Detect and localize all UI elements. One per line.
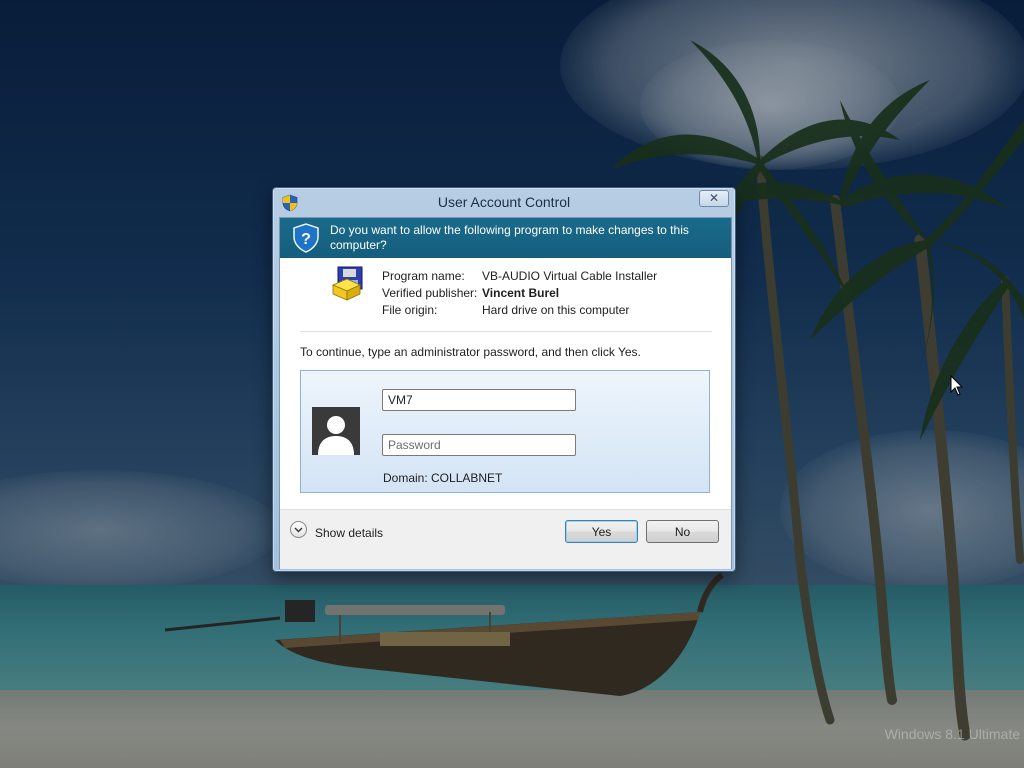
yes-button[interactable]: Yes: [565, 520, 638, 543]
show-details-link[interactable]: Show details: [315, 526, 383, 540]
username-field[interactable]: [382, 389, 576, 411]
uac-dialog: User Account Control ✕ ? Do you want to …: [272, 187, 736, 572]
question-banner: ? Do you want to allow the following pro…: [280, 218, 731, 258]
no-button[interactable]: No: [646, 520, 719, 543]
os-watermark: Windows 8.1 Ultimate: [884, 726, 1020, 742]
password-field[interactable]: [382, 434, 576, 456]
dialog-footer: Show details Yes No: [280, 509, 731, 569]
installer-package-icon: [331, 266, 363, 301]
file-origin-label: File origin:: [382, 303, 438, 317]
publisher-value: Vincent Burel: [482, 286, 560, 300]
svg-text:?: ?: [301, 231, 311, 248]
title-bar[interactable]: User Account Control ✕: [273, 188, 735, 217]
user-avatar-icon: [312, 407, 360, 455]
instruction-text: To continue, type an administrator passw…: [300, 345, 641, 359]
expand-chevron-icon[interactable]: [290, 521, 307, 538]
divider: [300, 331, 712, 332]
help-shield-icon: ?: [293, 223, 319, 253]
file-origin-value: Hard drive on this computer: [482, 303, 630, 317]
credential-tile[interactable]: Domain: COLLABNET: [300, 370, 710, 493]
mouse-cursor-icon: [950, 375, 964, 396]
question-text: Do you want to allow the following progr…: [330, 223, 689, 252]
program-name-value: VB-AUDIO Virtual Cable Installer: [482, 269, 658, 283]
publisher-label: Verified publisher:: [382, 286, 478, 300]
program-name-label: Program name:: [382, 269, 465, 283]
dialog-title: User Account Control: [437, 194, 571, 210]
domain-label: Domain: COLLABNET: [383, 471, 503, 485]
dialog-body: ? Do you want to allow the following pro…: [279, 217, 732, 569]
close-button[interactable]: ✕: [699, 190, 729, 207]
